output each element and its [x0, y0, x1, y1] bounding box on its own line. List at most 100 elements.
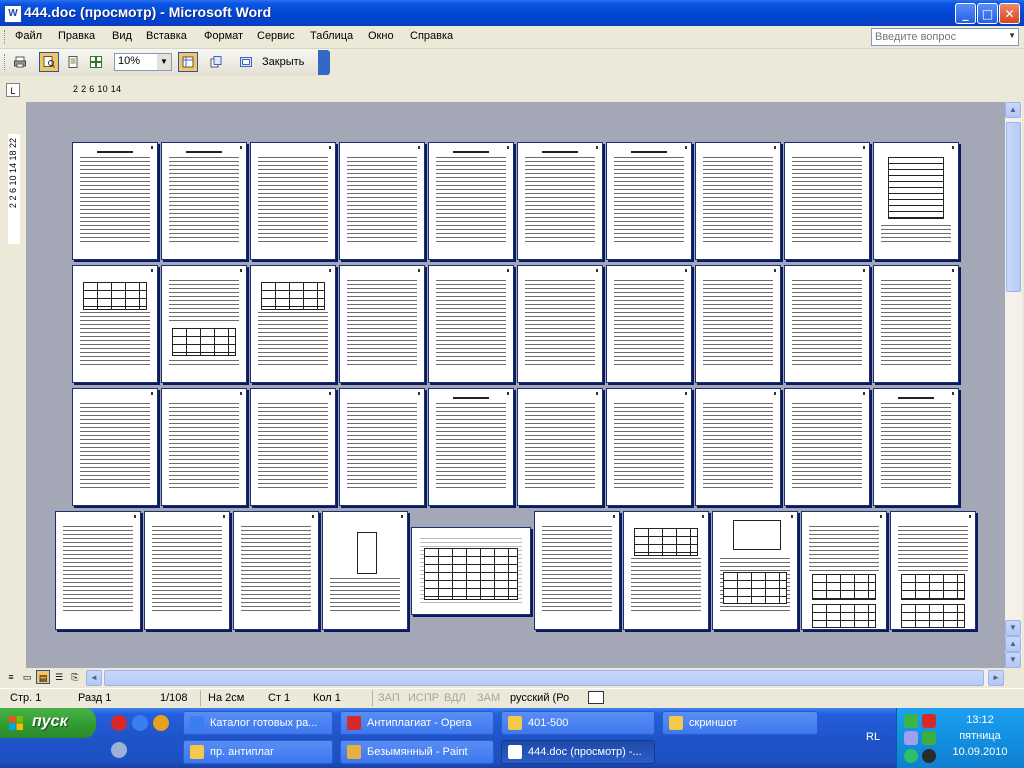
page-thumbnail[interactable]	[873, 142, 959, 260]
page-thumbnail[interactable]	[428, 388, 514, 506]
page-thumbnail[interactable]	[695, 388, 781, 506]
menu-table[interactable]: Таблица	[310, 30, 353, 42]
title-bar[interactable]: W 444.doc (просмотр) - Microsoft Word _ …	[0, 0, 1024, 26]
scroll-right-button[interactable]: ►	[988, 670, 1004, 686]
taskbar-button[interactable]: Антиплагиат - Opera	[340, 711, 494, 735]
taskbar-button[interactable]: 444.doc (просмотр) -...	[501, 740, 655, 764]
page-thumbnail[interactable]	[784, 388, 870, 506]
page-thumbnail[interactable]	[712, 511, 798, 630]
menu-insert[interactable]: Вставка	[146, 30, 187, 42]
page-thumbnail[interactable]	[72, 388, 158, 506]
view-ruler-button[interactable]	[178, 52, 198, 72]
page-thumbnail[interactable]	[801, 511, 887, 630]
scroll-left-button[interactable]: ◄	[86, 670, 102, 686]
chevron-down-icon[interactable]: ▼	[1008, 31, 1016, 40]
close-preview-button[interactable]: Закрыть	[262, 56, 304, 68]
menu-tools[interactable]: Сервис	[257, 30, 295, 42]
menu-help[interactable]: Справка	[410, 30, 453, 42]
web-view-button[interactable]: ▭	[20, 670, 34, 684]
close-button[interactable]: ✕	[999, 3, 1020, 24]
page-thumbnail[interactable]	[606, 265, 692, 383]
word-app-icon[interactable]: W	[4, 5, 22, 23]
menu-edit[interactable]: Правка	[58, 30, 95, 42]
menu-format[interactable]: Формат	[204, 30, 243, 42]
language-indicator[interactable]: RL	[866, 731, 880, 743]
page-thumbnail[interactable]	[339, 388, 425, 506]
page-thumbnail[interactable]	[517, 142, 603, 260]
page-thumbnail[interactable]	[890, 511, 976, 630]
page-thumbnail[interactable]	[873, 265, 959, 383]
taskbar-button[interactable]: Каталог готовых ра...	[183, 711, 333, 735]
toolbar-options-chevron[interactable]	[318, 50, 330, 75]
page-thumbnail[interactable]	[144, 511, 230, 630]
toolbar-grip[interactable]	[4, 54, 8, 70]
print-layout-view-button[interactable]: ▤	[36, 670, 50, 684]
page-thumbnail[interactable]	[250, 142, 336, 260]
minimize-button[interactable]: _	[955, 3, 976, 24]
magnifier-button[interactable]	[39, 52, 59, 72]
previous-page-button[interactable]: ▲	[1005, 636, 1021, 652]
page-thumbnail[interactable]	[695, 265, 781, 383]
scroll-down-button[interactable]: ▼	[1005, 620, 1021, 636]
reading-view-button[interactable]: ⎘	[68, 670, 82, 684]
network-icon[interactable]	[904, 714, 918, 728]
antivirus-icon[interactable]	[922, 731, 936, 745]
taskbar-button[interactable]: скриншот	[662, 711, 818, 735]
horizontal-scroll-thumb[interactable]	[104, 670, 984, 686]
page-thumbnail[interactable]	[72, 265, 158, 383]
speaker-icon[interactable]	[904, 731, 918, 745]
ie-quick-launch-icon[interactable]	[132, 715, 148, 731]
opera-quick-launch-icon[interactable]	[111, 715, 127, 731]
status-record-macro[interactable]: ЗАП	[378, 692, 400, 704]
page-thumbnail[interactable]	[161, 265, 247, 383]
multiple-pages-button[interactable]	[86, 52, 106, 72]
page-thumbnail[interactable]	[161, 388, 247, 506]
page-thumbnail[interactable]	[250, 388, 336, 506]
scroll-up-button[interactable]: ▲	[1005, 102, 1021, 118]
page-thumbnail[interactable]	[428, 265, 514, 383]
status-extend[interactable]: ВДЛ	[444, 692, 466, 704]
page-thumbnail[interactable]	[517, 265, 603, 383]
page-thumbnail[interactable]	[428, 142, 514, 260]
help-question-box[interactable]: ▼	[871, 28, 1019, 46]
page-thumbnail[interactable]	[695, 142, 781, 260]
taskbar-button[interactable]: Безымянный - Paint	[340, 740, 494, 764]
page-thumbnail[interactable]	[873, 388, 959, 506]
page-thumbnail[interactable]	[55, 511, 141, 630]
media-icon[interactable]	[922, 749, 936, 763]
vertical-scroll-thumb[interactable]	[1006, 122, 1021, 292]
spelling-book-icon[interactable]	[588, 691, 604, 704]
page-thumbnail[interactable]	[339, 142, 425, 260]
menu-view[interactable]: Вид	[112, 30, 132, 42]
page-thumbnail[interactable]	[606, 388, 692, 506]
page-thumbnail[interactable]	[161, 142, 247, 260]
taskbar-button[interactable]: пр. антиплаг	[183, 740, 333, 764]
menu-file[interactable]: Файл	[15, 30, 42, 42]
status-overtype[interactable]: ЗАМ	[477, 692, 500, 704]
page-thumbnail[interactable]	[784, 265, 870, 383]
page-thumbnail[interactable]	[72, 142, 158, 260]
shrink-to-fit-button[interactable]	[206, 52, 226, 72]
update-icon[interactable]	[904, 749, 918, 763]
full-screen-button[interactable]	[236, 52, 256, 72]
page-thumbnail[interactable]	[233, 511, 319, 630]
chevron-down-icon[interactable]: ▼	[157, 54, 171, 70]
show-desktop-quick-launch-icon[interactable]	[111, 742, 127, 758]
print-button[interactable]	[10, 52, 30, 72]
normal-view-button[interactable]: ≡	[4, 670, 18, 684]
page-thumbnail[interactable]	[322, 511, 408, 630]
outline-view-button[interactable]: ☰	[52, 670, 66, 684]
start-button[interactable]: пуск	[0, 708, 96, 738]
next-page-button[interactable]: ▼	[1005, 652, 1021, 668]
tab-selector-button[interactable]: L	[6, 83, 20, 97]
page-thumbnail[interactable]	[606, 142, 692, 260]
taskbar-button[interactable]: 401-500	[501, 711, 655, 735]
one-page-button[interactable]	[63, 52, 83, 72]
status-track-changes[interactable]: ИСПР	[408, 692, 439, 704]
help-search-input[interactable]	[872, 29, 1008, 45]
system-clock[interactable]: 13:12 пятница 10.09.2010	[952, 712, 1008, 760]
maximize-button[interactable]: □	[977, 3, 998, 24]
toolbar-grip[interactable]	[4, 30, 8, 44]
menu-window[interactable]: Окно	[368, 30, 394, 42]
page-thumbnail[interactable]	[784, 142, 870, 260]
